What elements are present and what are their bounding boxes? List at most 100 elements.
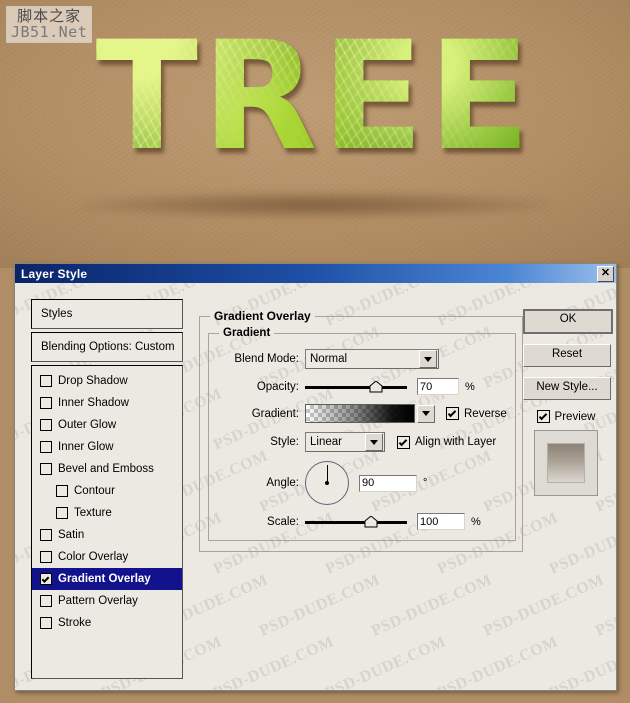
preview-checkbox-box[interactable]	[536, 410, 550, 423]
opacity-unit: %	[465, 380, 475, 393]
sidebar-item-inner-shadow[interactable]: Inner Shadow	[32, 392, 182, 414]
reverse-label: Reverse	[464, 407, 507, 420]
blend-mode-row: Blend Mode: Normal	[215, 349, 507, 369]
effect-checkbox[interactable]	[40, 463, 52, 475]
align-with-layer-checkbox-box[interactable]	[397, 435, 410, 449]
watermark-text: PSD-DUDE.COM	[210, 633, 337, 690]
scale-input[interactable]: 100	[417, 513, 465, 530]
sidebar-item-gradient-overlay[interactable]: Gradient Overlay	[32, 568, 182, 590]
effect-label: Pattern Overlay	[58, 595, 138, 607]
reset-button[interactable]: Reset	[523, 344, 611, 367]
effect-checkbox[interactable]	[40, 573, 52, 585]
scale-slider-track	[305, 520, 407, 524]
effect-checkbox[interactable]	[40, 529, 52, 541]
gradient-overlay-panel: Gradient Overlay Gradient Blend Mode: No…	[199, 309, 523, 552]
opacity-input[interactable]: 70	[417, 378, 459, 395]
reverse-checkbox[interactable]: Reverse	[446, 407, 507, 420]
gradient-group: Gradient Blend Mode: Normal Opacity: 70 …	[208, 327, 516, 541]
tree-text-shadow	[75, 192, 555, 218]
preview-label: Preview	[554, 410, 596, 423]
scale-slider[interactable]	[305, 515, 407, 529]
tree-text-artwork: TREE	[0, 12, 630, 182]
angle-input[interactable]: 90	[359, 474, 417, 492]
group-title: Gradient	[223, 327, 271, 339]
section-title: Gradient Overlay	[214, 309, 311, 323]
effect-checkbox[interactable]	[40, 595, 52, 607]
sidebar-item-stroke[interactable]: Stroke	[32, 612, 182, 634]
effect-checkbox[interactable]	[56, 485, 68, 497]
effect-checkbox[interactable]	[40, 397, 52, 409]
watermark-text: PSD-DUDE.COM	[592, 571, 616, 640]
effect-checkbox[interactable]	[56, 507, 68, 519]
new-style-button[interactable]: New Style...	[523, 377, 611, 400]
dialog-titlebar[interactable]: Layer Style ✕	[15, 264, 616, 283]
watermark-text: PSD-DUDE.COM	[368, 571, 495, 640]
watermark-text: PSD-DUDE.COM	[546, 633, 616, 690]
effect-label: Stroke	[58, 617, 92, 629]
effect-label: Contour	[74, 485, 115, 497]
effect-label: Drop Shadow	[58, 375, 128, 387]
preview-checkbox[interactable]: Preview	[523, 410, 609, 423]
angle-dial[interactable]	[305, 461, 349, 505]
angle-label: Angle:	[266, 477, 299, 489]
site-logo-domain: JB51.Net	[11, 23, 88, 42]
effect-checkbox[interactable]	[40, 617, 52, 629]
sidebar-item-blending-options[interactable]: Blending Options: Custom	[31, 332, 183, 362]
effect-label: Gradient Overlay	[58, 573, 151, 585]
sidebar-item-contour[interactable]: Contour	[32, 480, 182, 502]
sidebar-item-outer-glow[interactable]: Outer Glow	[32, 414, 182, 436]
align-with-layer-label: Align with Layer	[415, 436, 497, 448]
artwork-canvas: TREE 脚本之家 JB51.Net	[0, 0, 630, 268]
effect-label: Inner Shadow	[58, 397, 129, 409]
watermark-text: PSD-DUDE.COM	[256, 571, 383, 640]
opacity-row: Opacity: 70 %	[215, 378, 507, 395]
gradient-preview-fill	[306, 405, 414, 422]
angle-unit: °	[423, 477, 428, 489]
scale-slider-thumb[interactable]	[364, 515, 378, 528]
effect-checkbox[interactable]	[40, 375, 52, 387]
ok-button[interactable]: OK	[523, 309, 613, 334]
gradient-picker-chevron-down-icon[interactable]	[417, 404, 435, 423]
reverse-checkbox-box[interactable]	[446, 407, 459, 420]
dialog-body: PSD-DUDE.COM PSD-DUDE.COM PSD-DUDE.COM PSD-…	[15, 283, 616, 690]
scale-unit: %	[471, 515, 481, 528]
opacity-label: Opacity:	[256, 380, 299, 393]
blend-mode-value: Normal	[310, 353, 348, 365]
gradient-swatch[interactable]	[305, 404, 415, 423]
preview-thumbnail	[534, 430, 598, 496]
blend-mode-select[interactable]: Normal	[305, 349, 439, 369]
sidebar-item-drop-shadow[interactable]: Drop Shadow	[32, 370, 182, 392]
style-row: Style: Linear Align with Layer	[215, 432, 507, 452]
align-with-layer-checkbox[interactable]: Align with Layer	[397, 435, 497, 449]
preview-thumbnail-image	[547, 443, 585, 483]
effect-checkbox[interactable]	[40, 419, 52, 431]
close-icon[interactable]: ✕	[597, 265, 614, 282]
scale-label: Scale:	[267, 515, 299, 528]
watermark-text: PSD-DUDE.COM	[434, 633, 561, 690]
dialog-title: Layer Style	[21, 266, 88, 281]
scale-row: Scale: 100 %	[215, 513, 507, 530]
style-label: Style:	[270, 436, 299, 448]
effect-checkbox[interactable]	[40, 551, 52, 563]
sidebar-item-texture[interactable]: Texture	[32, 502, 182, 524]
angle-row: Angle: 90 °	[215, 461, 507, 505]
gradient-row: Gradient: Reverse	[215, 404, 507, 423]
sidebar-item-bevel-and-emboss[interactable]: Bevel and Emboss	[32, 458, 182, 480]
effect-label: Satin	[58, 529, 85, 541]
style-select[interactable]: Linear	[305, 432, 385, 452]
sidebar-item-styles[interactable]: Styles	[31, 299, 183, 329]
sidebar-item-inner-glow[interactable]: Inner Glow	[32, 436, 182, 458]
watermark-text: PSD-DUDE.COM	[480, 571, 607, 640]
opacity-slider[interactable]	[305, 380, 407, 394]
sidebar-item-color-overlay[interactable]: Color Overlay	[32, 546, 182, 568]
blend-mode-label: Blend Mode:	[234, 353, 299, 365]
effect-checkbox[interactable]	[40, 441, 52, 453]
effect-label: Bevel and Emboss	[58, 463, 154, 475]
style-chevron-down-icon[interactable]	[365, 433, 383, 451]
site-logo-chinese: 脚本之家	[17, 7, 82, 25]
chevron-down-icon[interactable]	[419, 350, 437, 368]
sidebar-item-satin[interactable]: Satin	[32, 524, 182, 546]
opacity-slider-thumb[interactable]	[369, 380, 383, 393]
sidebar-item-pattern-overlay[interactable]: Pattern Overlay	[32, 590, 182, 612]
effect-label: Inner Glow	[58, 441, 114, 453]
